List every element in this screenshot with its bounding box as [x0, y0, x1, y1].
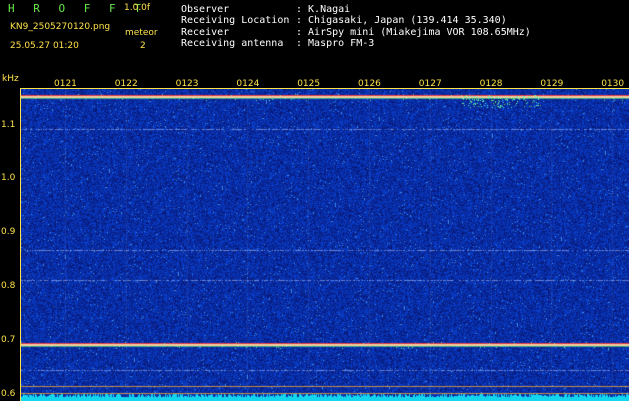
spectrogram-canvas	[21, 89, 629, 401]
spectrogram-plot	[20, 88, 629, 401]
y-tick-label: 1.1	[1, 119, 16, 130]
y-tick-label: 1.0	[1, 173, 16, 184]
info-label-location: Receiving Location	[181, 15, 290, 26]
info-label-receiver: Receiver	[181, 27, 230, 38]
info-value-location: : Chigasaki, Japan (139.414 35.340)	[296, 15, 507, 26]
y-tick-label: 0.8	[1, 281, 16, 292]
info-value-observer: : K.Nagai	[296, 4, 351, 15]
y-axis-unit-label: kHz	[2, 74, 19, 84]
filename-label: KN9_2505270120.png	[10, 22, 111, 32]
info-label-observer: Observer	[181, 4, 230, 15]
version-label: 1.0.0f	[124, 3, 151, 13]
y-tick-label: 0.6	[1, 388, 16, 399]
y-tick-label: 0.7	[1, 334, 16, 345]
datetime-label: 25.05.27 01:20	[10, 41, 79, 51]
info-value-antenna: : Maspro FM-3	[296, 38, 375, 49]
info-value-receiver: : AirSpy mini (Miakejima VOR 108.65MHz)	[296, 27, 531, 38]
meteor-label: meteor	[125, 28, 158, 38]
y-tick-label: 0.9	[1, 227, 16, 238]
meteor-count: 2	[140, 41, 146, 51]
info-label-antenna: Receiving antenna	[181, 38, 284, 49]
